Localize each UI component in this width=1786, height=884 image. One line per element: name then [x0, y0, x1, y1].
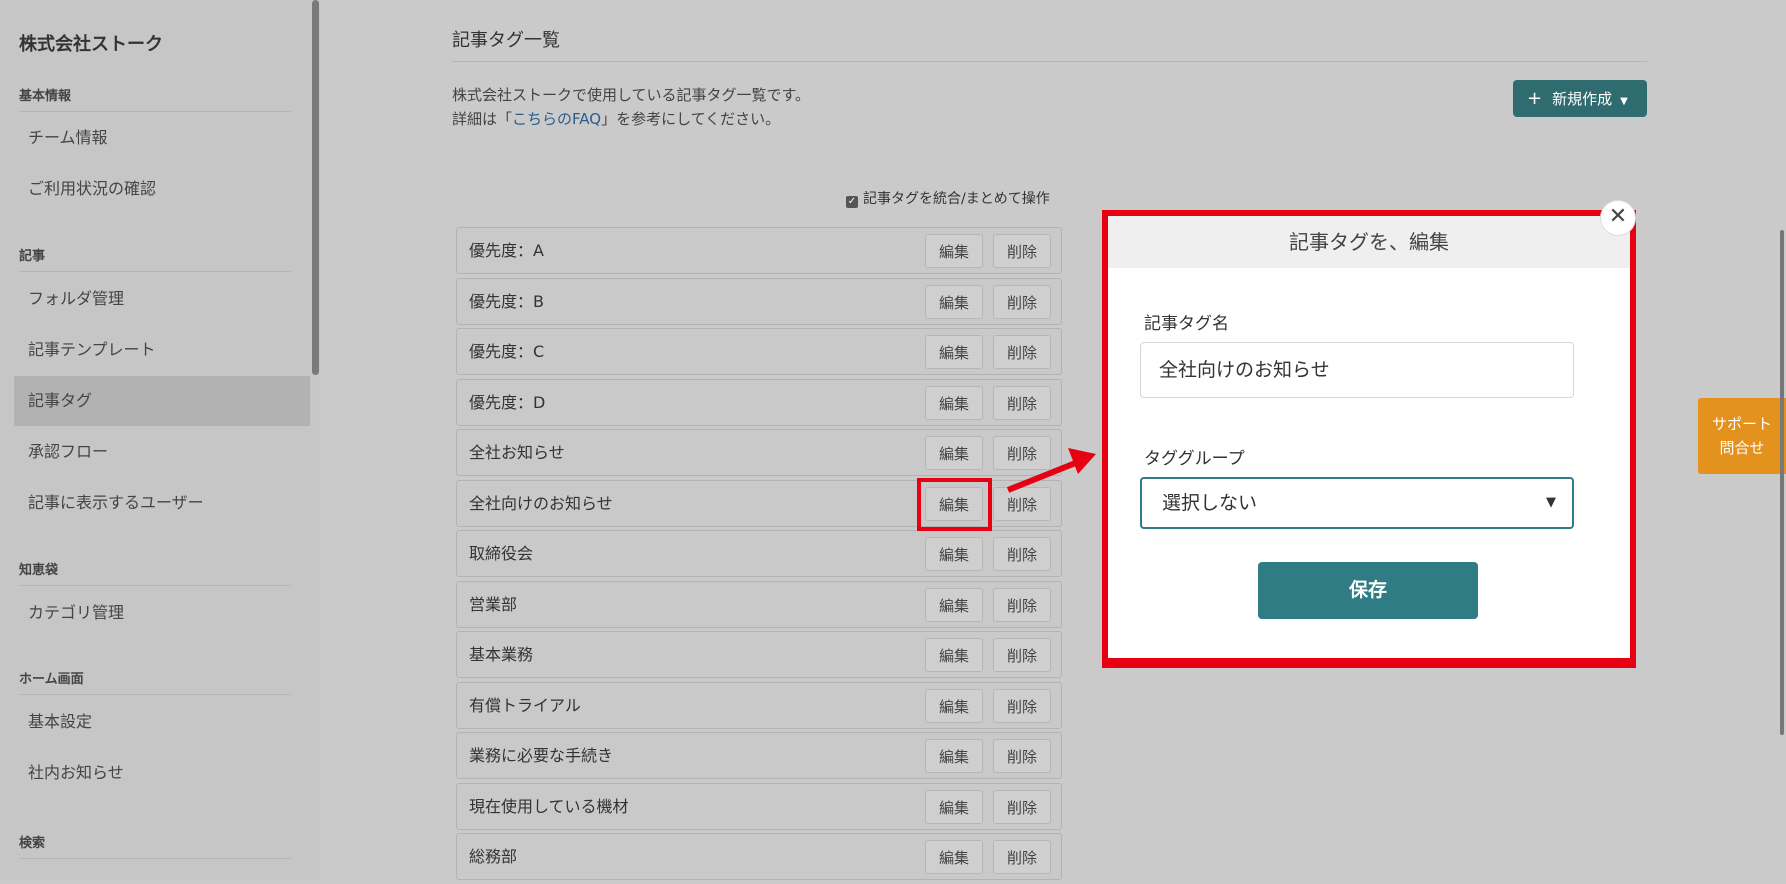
edit-tag-modal: 記事タグを、編集 記事タグ名 全社向けのお知らせ タググループ 選択しない ▼ …	[1108, 216, 1630, 658]
tag-row: 優先度：C 編集 削除	[456, 328, 1062, 375]
description-line-1: 株式会社ストークで使用している記事タグ一覧です。	[452, 86, 811, 104]
tag-group-select[interactable]: 選択しない ▼	[1140, 477, 1574, 529]
tag-row: 基本業務 編集 削除	[456, 631, 1062, 678]
support-contact-button[interactable]: サポート 問合せ	[1698, 398, 1786, 474]
plus-icon: +	[1527, 88, 1543, 109]
edit-button[interactable]: 編集	[925, 688, 983, 723]
delete-button[interactable]: 削除	[993, 688, 1051, 723]
tag-row: 全社お知らせ 編集 削除	[456, 429, 1062, 476]
page-scrollbar[interactable]	[1780, 230, 1784, 735]
tag-group-value: 選択しない	[1162, 492, 1258, 514]
support-line-1: サポート	[1711, 415, 1772, 433]
delete-button[interactable]: 削除	[993, 537, 1051, 571]
sidebar-item-article-tags[interactable]: 記事タグ	[14, 376, 310, 426]
edit-button[interactable]: 編集	[925, 840, 983, 874]
sidebar-item-display-users[interactable]: 記事に表示するユーザー	[14, 478, 310, 528]
checkbox-icon[interactable]: ✓	[846, 196, 858, 208]
tag-group-label: タググループ	[1144, 449, 1245, 469]
sidebar-item-team-info[interactable]: チーム情報	[14, 113, 310, 163]
tag-row: 現在使用している機材 編集 削除	[456, 782, 1062, 830]
desc-after: 」を参考にしてください。	[601, 110, 781, 128]
sidebar-item-approval-flow[interactable]: 承認フロー	[14, 427, 310, 477]
tag-name: 優先度：A	[469, 241, 544, 260]
delete-button[interactable]: 削除	[993, 234, 1051, 268]
tag-name: 現在使用している機材	[469, 796, 629, 816]
delete-button[interactable]: 削除	[993, 486, 1051, 521]
company-name: 株式会社ストーク	[19, 34, 163, 55]
sidebar-item-basic-settings[interactable]: 基本設定	[14, 697, 310, 747]
delete-button[interactable]: 削除	[993, 638, 1051, 672]
tag-row: 有償トライアル 編集 削除	[456, 681, 1062, 729]
save-button[interactable]: 保存	[1258, 562, 1478, 619]
delete-button[interactable]: 削除	[993, 739, 1051, 773]
tag-name: 総務部	[469, 847, 518, 866]
delete-button[interactable]: 削除	[993, 284, 1051, 319]
tag-name: 優先度：B	[469, 291, 544, 311]
edit-button[interactable]: 編集	[925, 234, 983, 268]
tag-name-label: 記事タグ名	[1144, 314, 1229, 334]
tag-name-input[interactable]: 全社向けのお知らせ	[1140, 342, 1574, 398]
edit-button[interactable]: 編集	[925, 587, 983, 622]
edit-button[interactable]: 編集	[925, 284, 983, 319]
delete-button[interactable]: 削除	[993, 385, 1051, 420]
caret-down-icon: ▼	[1620, 96, 1628, 107]
tag-row: 優先度：B 編集 削除	[456, 277, 1062, 325]
sidebar-item-categories[interactable]: カテゴリ管理	[14, 588, 310, 638]
tag-name: 基本業務	[469, 645, 534, 664]
sidebar-item-templates[interactable]: 記事テンプレート	[14, 325, 310, 375]
sidebar-item-folders[interactable]: フォルダ管理	[14, 274, 310, 324]
sidebar-item-usage[interactable]: ご利用状況の確認	[14, 164, 310, 214]
tag-name: 営業部	[469, 594, 518, 614]
caret-down-icon: ▼	[1546, 495, 1556, 510]
edit-button[interactable]: 編集	[925, 335, 983, 369]
delete-button[interactable]: 削除	[993, 436, 1051, 470]
delete-button[interactable]: 削除	[993, 840, 1051, 874]
tag-row: 業務に必要な手続き 編集 削除	[456, 732, 1062, 779]
desc-before: 詳細は「	[452, 110, 513, 128]
delete-button[interactable]: 削除	[993, 335, 1051, 369]
delete-button[interactable]: 削除	[993, 587, 1051, 622]
tag-row: 取締役会 編集 削除	[456, 530, 1062, 577]
sidebar: 株式会社ストーク 基本情報 チーム情報 ご利用状況の確認 記事 フォルダ管理 記…	[0, 0, 320, 880]
close-icon[interactable]: ✕	[1600, 200, 1636, 236]
edit-button[interactable]: 編集	[925, 537, 983, 571]
edit-button[interactable]: 編集	[925, 436, 983, 470]
tag-name: 全社向けのお知らせ	[469, 493, 613, 513]
tag-name: 優先度：D	[469, 392, 546, 412]
edit-highlight-box	[917, 478, 992, 531]
section-basic-info: 基本情報	[19, 85, 291, 112]
edit-button[interactable]: 編集	[925, 638, 983, 672]
section-search: 検索	[19, 832, 291, 859]
tag-list: 優先度：A 編集 削除 優先度：B 編集 削除 優先度：C 編集 削除 優先度：D 編集 削除 全社お知…	[456, 227, 1062, 884]
tag-name: 有償トライアル	[469, 695, 581, 715]
new-create-button[interactable]: + 新規作成 ▼	[1513, 80, 1647, 117]
new-create-label: 新規作成	[1552, 90, 1613, 108]
tag-name: 全社お知らせ	[469, 443, 565, 462]
faq-link[interactable]: こちらのFAQ	[512, 110, 601, 128]
page-title: 記事タグ一覧	[452, 30, 560, 51]
support-line-2: 問合せ	[1719, 439, 1765, 457]
tag-name: 業務に必要な手続き	[469, 746, 614, 765]
tag-row: 優先度：D 編集 削除	[456, 378, 1062, 426]
delete-button[interactable]: 削除	[993, 789, 1051, 824]
sidebar-item-notices[interactable]: 社内お知らせ	[14, 748, 310, 798]
tag-name: 優先度：C	[469, 342, 545, 361]
modal-title: 記事タグを、編集	[1108, 216, 1630, 268]
tag-row: 優先度：A 編集 削除	[456, 227, 1062, 274]
edit-button[interactable]: 編集	[925, 739, 983, 773]
section-article: 記事	[19, 245, 291, 272]
sidebar-scrollbar[interactable]	[312, 0, 319, 375]
edit-button[interactable]: 編集	[925, 385, 983, 420]
tag-name: 取締役会	[469, 544, 534, 563]
bulk-operation-toggle[interactable]: ✓ 記事タグを統合/まとめて操作	[846, 188, 1050, 208]
section-knowledge: 知恵袋	[19, 559, 291, 586]
tag-row: 総務部 編集 削除	[456, 833, 1062, 880]
bulk-operation-label: 記事タグを統合/まとめて操作	[863, 191, 1050, 207]
section-home: ホーム画面	[19, 668, 291, 695]
edit-button[interactable]: 編集	[925, 789, 983, 824]
title-divider	[452, 61, 1647, 62]
description-line-2: 詳細は「こちらのFAQ」を参考にしてください。	[452, 108, 780, 129]
tag-row: 営業部 編集 削除	[456, 580, 1062, 628]
